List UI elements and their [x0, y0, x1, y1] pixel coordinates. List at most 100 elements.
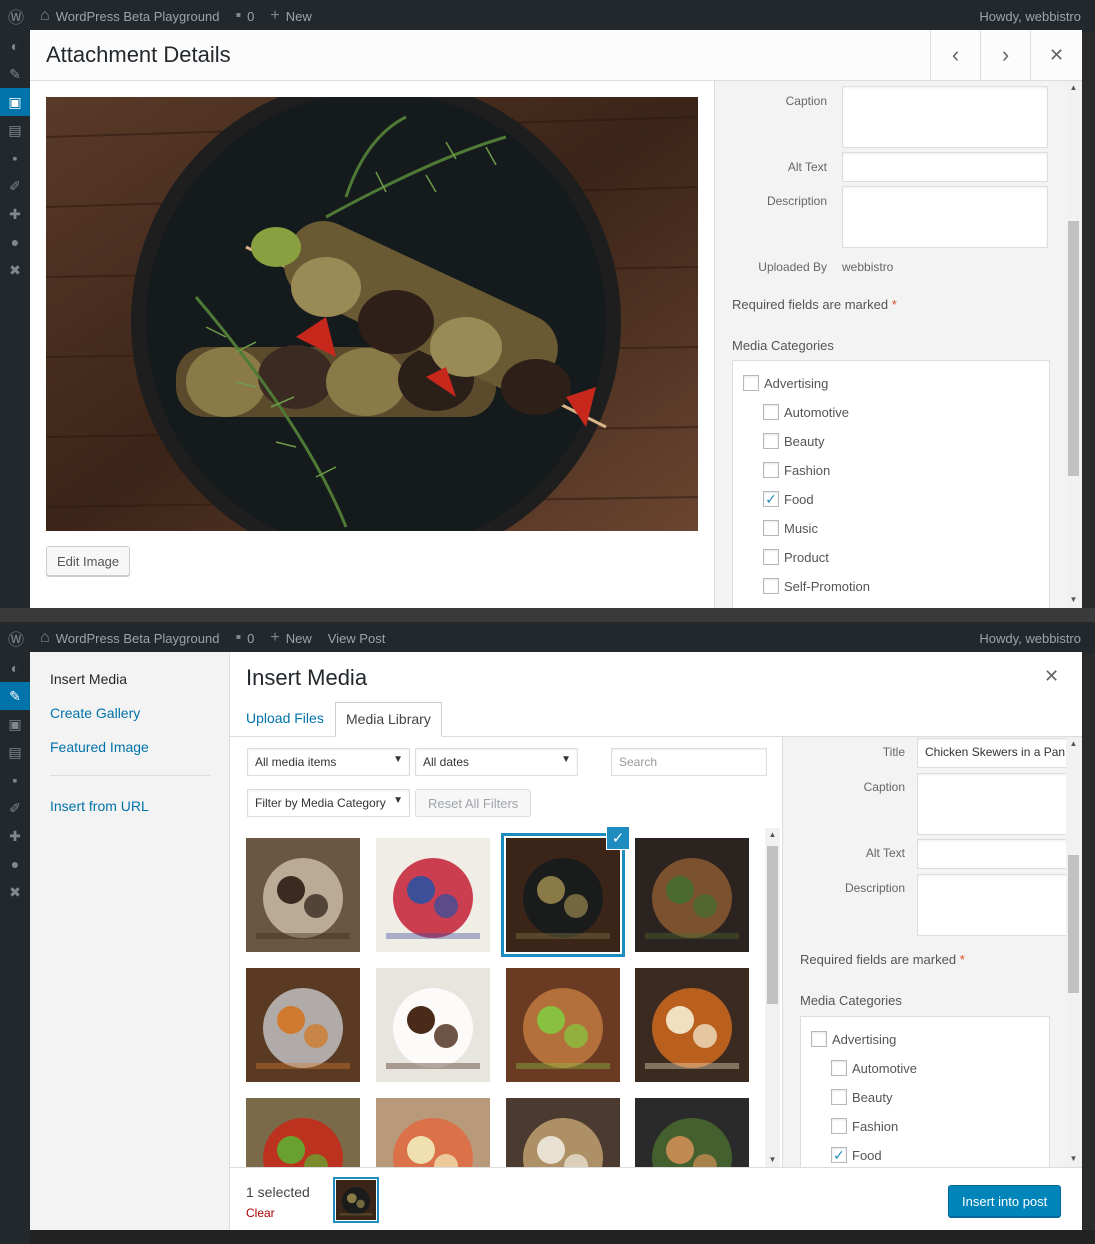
grid-scrollbar[interactable]: ▲ ▼: [765, 828, 780, 1167]
previous-attachment-button[interactable]: ‹: [930, 30, 980, 80]
caption-field[interactable]: [917, 773, 1079, 835]
attachment-thumbnail-berries-bowl[interactable]: [376, 838, 490, 952]
scroll-up-icon[interactable]: ▲: [1066, 737, 1081, 751]
checkbox[interactable]: [763, 549, 779, 565]
tab-upload-files[interactable]: Upload Files: [236, 702, 334, 737]
checkbox[interactable]: [831, 1060, 847, 1076]
date-filter[interactable]: All dates ▼: [415, 748, 578, 776]
attachment-thumbnail-pickled-jars[interactable]: [635, 968, 749, 1082]
category-self-promotion[interactable]: Self-Promotion: [763, 578, 870, 594]
users-icon[interactable]: ●: [0, 228, 30, 256]
pages-icon[interactable]: ▤: [0, 116, 30, 144]
attachment-thumbnail-cutlery[interactable]: [246, 968, 360, 1082]
category-fashion[interactable]: Fashion: [763, 462, 830, 478]
category-advertising[interactable]: Advertising: [743, 375, 828, 391]
checkbox-checked[interactable]: ✓: [763, 491, 779, 507]
scroll-down-icon[interactable]: ▼: [1066, 593, 1081, 607]
checkbox[interactable]: [831, 1089, 847, 1105]
attachment-thumbnail-noodle-bowl[interactable]: [635, 838, 749, 952]
search-input[interactable]: Search: [611, 748, 767, 776]
scroll-down-icon[interactable]: ▼: [765, 1153, 780, 1167]
attachment-thumbnail-greens-spoon[interactable]: [635, 1098, 749, 1167]
menu-insert-media[interactable]: Insert Media: [50, 671, 127, 687]
category-automotive[interactable]: Automotive: [763, 404, 849, 420]
checkbox[interactable]: [763, 520, 779, 536]
sidebar-scrollbar[interactable]: ▲ ▼: [1066, 81, 1081, 608]
new-content-link[interactable]: + New: [270, 7, 311, 25]
description-field[interactable]: [917, 874, 1079, 936]
media-icon[interactable]: ▣: [0, 710, 30, 738]
attachment-thumbnail-bread-board[interactable]: [506, 1098, 620, 1167]
insert-into-post-button[interactable]: Insert into post: [948, 1185, 1062, 1217]
grid-scrollbar-thumb[interactable]: [767, 846, 778, 1004]
pin-icon[interactable]: ✎: [0, 60, 30, 88]
new-content-link[interactable]: + New: [270, 629, 311, 647]
media-icon[interactable]: ▣: [0, 88, 30, 116]
checkbox[interactable]: [743, 375, 759, 391]
scroll-up-icon[interactable]: ▲: [1066, 81, 1081, 95]
howdy-user[interactable]: Howdy, webbistro: [979, 9, 1095, 24]
menu-create-gallery[interactable]: Create Gallery: [50, 705, 140, 721]
close-modal-button[interactable]: ✕: [1030, 30, 1082, 80]
attachment-thumbnail-cupcakes[interactable]: [506, 968, 620, 1082]
category-food[interactable]: ✓ Food: [831, 1147, 882, 1163]
alt-text-field[interactable]: [917, 839, 1079, 869]
tools-icon[interactable]: ✖: [0, 256, 30, 284]
comments-icon[interactable]: ▪: [0, 766, 30, 794]
attachment-thumbnail-coffee-cups[interactable]: [376, 968, 490, 1082]
dashboard-icon[interactable]: ◐: [0, 654, 30, 682]
category-food[interactable]: ✓ Food: [763, 491, 814, 507]
next-attachment-button[interactable]: ›: [980, 30, 1030, 80]
category-product[interactable]: Product: [763, 549, 829, 565]
site-name-link[interactable]: ⌂ WordPress Beta Playground: [40, 7, 219, 25]
edit-image-button[interactable]: Edit Image: [46, 546, 131, 576]
tools-icon[interactable]: ✖: [0, 878, 30, 906]
checkbox[interactable]: [831, 1118, 847, 1134]
category-fashion[interactable]: Fashion: [831, 1118, 898, 1134]
attachment-thumbnail-vegetables[interactable]: [246, 1098, 360, 1167]
checkbox[interactable]: [811, 1031, 827, 1047]
media-category-filter[interactable]: Filter by Media Category ▼: [247, 789, 410, 817]
category-beauty[interactable]: Beauty: [831, 1089, 892, 1105]
scroll-up-icon[interactable]: ▲: [765, 828, 780, 842]
selected-check-button[interactable]: ✓: [606, 826, 630, 850]
category-advertising[interactable]: Advertising: [811, 1031, 896, 1047]
media-type-filter[interactable]: All media items ▼: [247, 748, 410, 776]
title-field[interactable]: Chicken Skewers in a Pan: [917, 738, 1079, 768]
alt-text-field[interactable]: [842, 152, 1048, 182]
reset-filters-button[interactable]: Reset All Filters: [415, 789, 532, 817]
description-field[interactable]: [842, 186, 1048, 248]
scroll-down-icon[interactable]: ▼: [1066, 1152, 1081, 1166]
dashboard-icon[interactable]: ◐: [0, 32, 30, 60]
wordpress-logo-icon[interactable]: Ⓦ: [8, 626, 24, 650]
tab-media-library[interactable]: Media Library: [335, 702, 442, 737]
checkbox[interactable]: [763, 462, 779, 478]
sidebar-scrollbar-thumb[interactable]: [1068, 855, 1079, 993]
menu-featured-image[interactable]: Featured Image: [50, 739, 149, 755]
category-beauty[interactable]: Beauty: [763, 433, 824, 449]
users-icon[interactable]: ●: [0, 850, 30, 878]
comments-icon[interactable]: ▪: [0, 144, 30, 172]
sidebar-scrollbar[interactable]: ▲ ▼: [1066, 737, 1081, 1167]
category-automotive[interactable]: Automotive: [831, 1060, 917, 1076]
checkbox[interactable]: [763, 578, 779, 594]
appearance-icon[interactable]: ✐: [0, 794, 30, 822]
wordpress-logo-icon[interactable]: Ⓦ: [8, 4, 24, 28]
attachment-thumbnail-chicken-skewers[interactable]: [501, 833, 625, 957]
posts-icon[interactable]: ✎: [0, 682, 30, 710]
close-modal-button[interactable]: ✕: [1044, 666, 1059, 687]
checkbox[interactable]: [763, 433, 779, 449]
menu-insert-from-url[interactable]: Insert from URL: [50, 798, 149, 814]
comments-link[interactable]: ▪ 0: [235, 7, 254, 25]
sidebar-scrollbar-thumb[interactable]: [1068, 221, 1079, 476]
attachment-thumbnail-sandwich[interactable]: [376, 1098, 490, 1167]
category-music[interactable]: Music: [763, 520, 818, 536]
attachment-thumbnail-rolling-pin-flour[interactable]: [246, 838, 360, 952]
clear-selection-link[interactable]: Clear: [246, 1206, 275, 1220]
plugins-icon[interactable]: ✚: [0, 822, 30, 850]
comments-link[interactable]: ▪ 0: [235, 629, 254, 647]
view-post-link[interactable]: View Post: [328, 631, 386, 646]
pages-icon[interactable]: ▤: [0, 738, 30, 766]
howdy-user[interactable]: Howdy, webbistro: [979, 631, 1095, 646]
plugins-icon[interactable]: ✚: [0, 200, 30, 228]
